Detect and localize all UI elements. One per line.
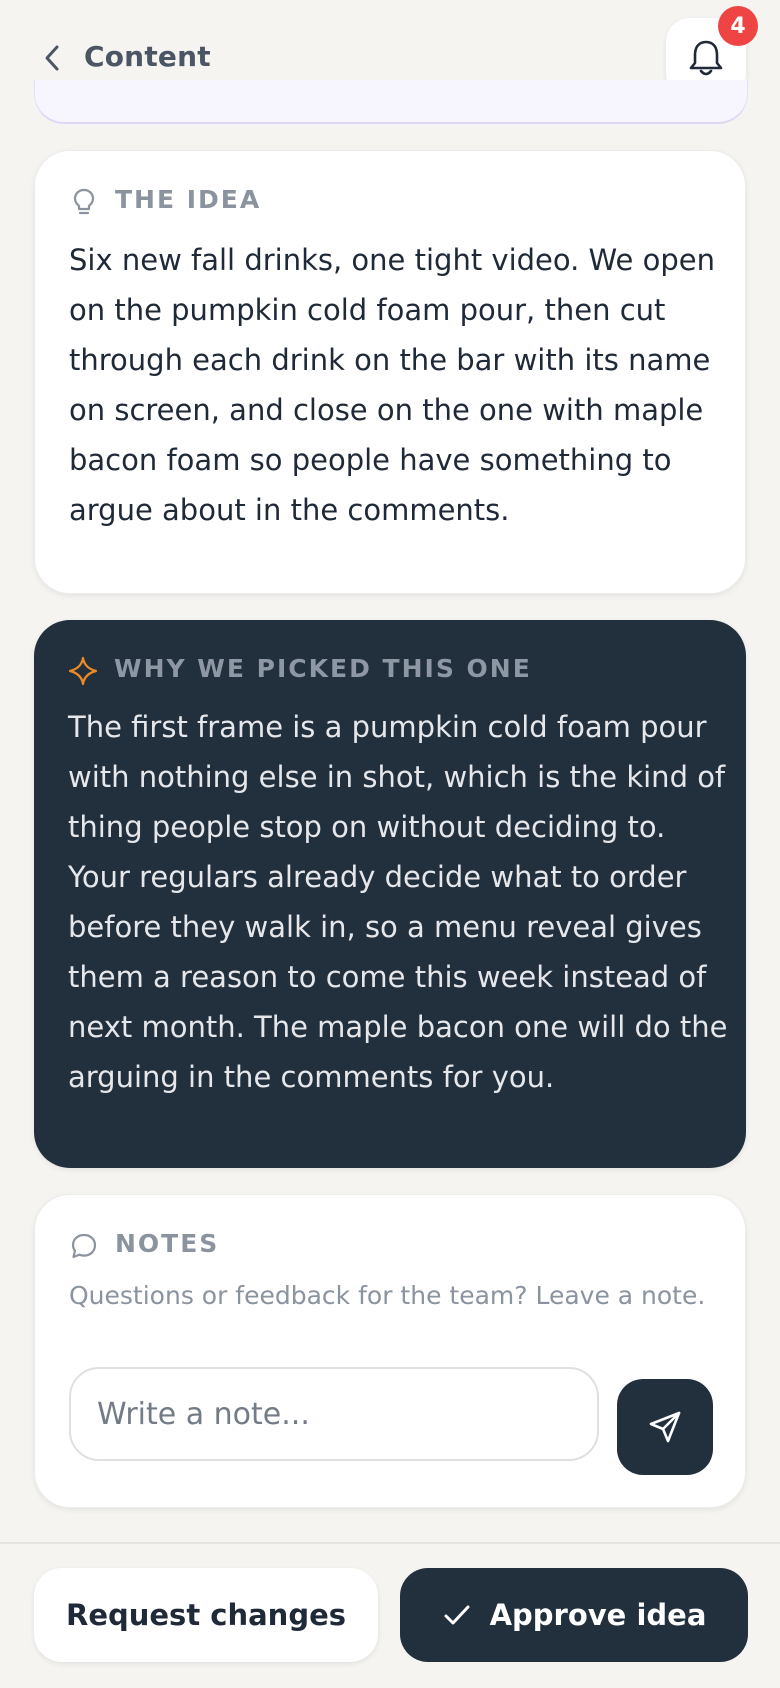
chevron-left-icon[interactable] bbox=[40, 42, 64, 74]
request-changes-label: Request changes bbox=[65, 1598, 347, 1632]
why-body: The first frame is a pumpkin cold foam p… bbox=[68, 710, 728, 1094]
approve-idea-button[interactable]: Approve idea bbox=[400, 1568, 748, 1662]
why-card: WHY WE PICKED THIS ONE The first frame i… bbox=[34, 620, 746, 1168]
idea-card: THE IDEA Six new fall drinks, one tight … bbox=[34, 150, 746, 594]
sparkle-icon bbox=[68, 656, 98, 686]
notes-card: NOTES Questions or feedback for the team… bbox=[34, 1194, 746, 1508]
send-note-button[interactable] bbox=[617, 1379, 713, 1475]
notification-badge: 4 bbox=[718, 6, 758, 46]
idea-label: THE IDEA bbox=[115, 185, 262, 214]
bell-icon bbox=[687, 38, 725, 78]
request-changes-button[interactable]: Request changes bbox=[34, 1568, 378, 1662]
send-icon bbox=[646, 1408, 684, 1446]
note-input[interactable] bbox=[69, 1367, 599, 1461]
page-title: Content bbox=[84, 40, 211, 73]
why-label: WHY WE PICKED THIS ONE bbox=[114, 654, 532, 683]
previous-card-edge bbox=[34, 80, 748, 124]
notes-hint: Questions or feedback for the team? Leav… bbox=[69, 1281, 706, 1310]
approve-idea-label: Approve idea bbox=[489, 1598, 707, 1632]
footer-divider bbox=[0, 1542, 780, 1544]
lightbulb-icon bbox=[69, 187, 99, 217]
notes-label: NOTES bbox=[115, 1229, 220, 1258]
chat-bubble-icon bbox=[69, 1231, 99, 1261]
check-icon bbox=[442, 1600, 472, 1630]
idea-body: Six new fall drinks, one tight video. We… bbox=[69, 243, 715, 527]
